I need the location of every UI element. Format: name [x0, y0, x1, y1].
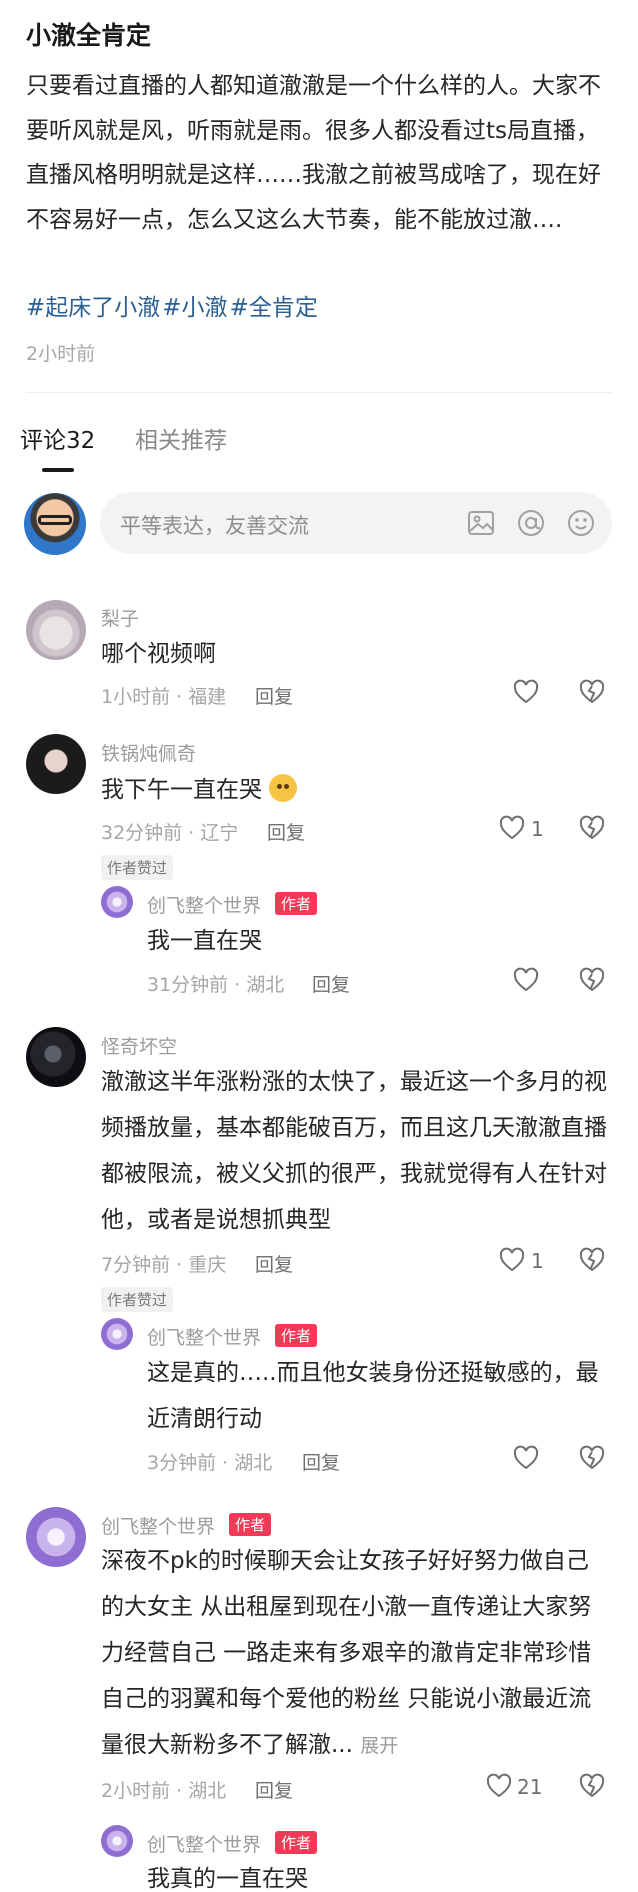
comment-author[interactable]: 铁锅炖佩奇 — [101, 739, 196, 766]
heart-icon[interactable] — [498, 814, 526, 842]
comment-author[interactable]: 创飞整个世界 — [147, 1323, 261, 1350]
hashtag-link[interactable]: #全肯定 — [230, 295, 318, 321]
comment-author[interactable]: 创飞整个世界 — [147, 891, 261, 918]
author-badge: 作者 — [275, 1831, 318, 1854]
comment-text: 哪个视频啊 — [101, 641, 216, 667]
reply-button[interactable]: 回复 — [267, 818, 305, 845]
comment-meta: 3分钟前 · 湖北 — [147, 1452, 273, 1474]
comment-author[interactable]: 梨子 — [101, 604, 139, 631]
comment-text: 我真的一直在哭 — [147, 1866, 308, 1892]
broken-heart-icon[interactable] — [578, 1246, 606, 1274]
comment-text: 我一直在哭 — [147, 928, 262, 954]
reply-button[interactable]: 回复 — [255, 682, 293, 709]
comment-text-content: 我下午一直在哭 — [101, 777, 262, 803]
crying-emoji-icon — [269, 774, 298, 802]
heart-icon[interactable] — [512, 1444, 540, 1472]
avatar[interactable] — [26, 1027, 86, 1087]
like-count: 21 — [517, 1775, 543, 1799]
heart-icon[interactable] — [498, 1246, 526, 1274]
post-timestamp: 2小时前 — [26, 343, 96, 365]
comment-text: 澈澈这半年涨粉涨的太快了，最近这一个多月的视频播放量，基本都能破百万，而且这几天… — [101, 1069, 607, 1233]
comment-author[interactable]: 怪奇坏空 — [101, 1032, 177, 1059]
broken-heart-icon[interactable] — [578, 814, 606, 842]
comment-text: 深夜不pk的时候聊天会让女孩子好好努力做自己的大女主 从出租屋到现在小澈一直传递… — [101, 1538, 611, 1769]
like-count: 1 — [531, 1249, 544, 1273]
comment-author[interactable]: 创飞整个世界 — [147, 1830, 261, 1857]
comment-text-content: 深夜不pk的时候聊天会让女孩子好好努力做自己的大女主 从出租屋到现在小澈一直传递… — [101, 1548, 592, 1758]
post-body: 只要看过直播的人都知道澈澈是一个什么样的人。大家不要听风就是风，听雨就是雨。很多… — [26, 73, 601, 233]
author-liked-badge: 作者赞过 — [101, 855, 174, 880]
avatar[interactable] — [101, 886, 133, 918]
comment-input-placeholder: 平等表达，友善交流 — [120, 514, 309, 538]
reply-button[interactable]: 回复 — [312, 970, 350, 997]
broken-heart-icon[interactable] — [578, 1444, 606, 1472]
comment-meta: 2小时前 · 湖北 — [101, 1780, 227, 1802]
reply-button[interactable]: 回复 — [302, 1448, 340, 1475]
avatar[interactable] — [26, 600, 86, 660]
author-liked-badge: 作者赞过 — [101, 1287, 174, 1312]
hashtag-link[interactable]: #起床了小澈 — [26, 295, 160, 321]
author-badge: 作者 — [229, 1513, 272, 1536]
broken-heart-icon[interactable] — [578, 966, 606, 994]
author-badge: 作者 — [275, 1324, 318, 1347]
comment-meta: 7分钟前 · 重庆 — [101, 1254, 227, 1276]
broken-heart-icon[interactable] — [578, 678, 606, 706]
mention-icon[interactable] — [516, 508, 546, 538]
heart-icon[interactable] — [512, 678, 540, 706]
author-badge: 作者 — [275, 892, 318, 915]
comment-text: 我下午一直在哭 — [101, 767, 631, 813]
my-avatar[interactable] — [24, 493, 86, 555]
comment-text: 这是真的…..而且他女装身份还挺敏感的，最近清朗行动 — [147, 1360, 599, 1432]
like-count: 1 — [531, 817, 544, 841]
reply-button[interactable]: 回复 — [255, 1250, 293, 1277]
comment-meta: 32分钟前 · 辽宁 — [101, 822, 239, 844]
comment-meta: 31分钟前 · 湖北 — [147, 974, 285, 996]
avatar[interactable] — [101, 1318, 133, 1350]
comment-input[interactable]: 平等表达，友善交流 — [100, 492, 612, 554]
avatar[interactable] — [26, 734, 86, 794]
hashtag-list: #起床了小澈#小澈#全肯定 — [26, 288, 320, 322]
comment-meta: 1小时前 · 福建 — [101, 686, 227, 708]
reply-button[interactable]: 回复 — [255, 1776, 293, 1803]
heart-icon[interactable] — [512, 966, 540, 994]
avatar[interactable] — [26, 1507, 86, 1567]
post-title: 小澈全肯定 — [26, 21, 152, 50]
comment-author[interactable]: 创飞整个世界 — [101, 1512, 215, 1539]
avatar[interactable] — [101, 1825, 133, 1857]
tab-related[interactable]: 相关推荐 — [135, 421, 227, 455]
emoji-icon[interactable] — [566, 508, 596, 538]
active-tab-indicator — [42, 468, 74, 472]
hashtag-link[interactable]: #小澈 — [162, 295, 227, 321]
broken-heart-icon[interactable] — [578, 1772, 606, 1800]
tab-comments[interactable]: 评论32 — [20, 421, 95, 455]
heart-icon[interactable] — [485, 1772, 513, 1800]
image-icon[interactable] — [466, 508, 496, 538]
expand-link[interactable]: 展开 — [360, 1735, 398, 1757]
divider — [26, 392, 612, 393]
